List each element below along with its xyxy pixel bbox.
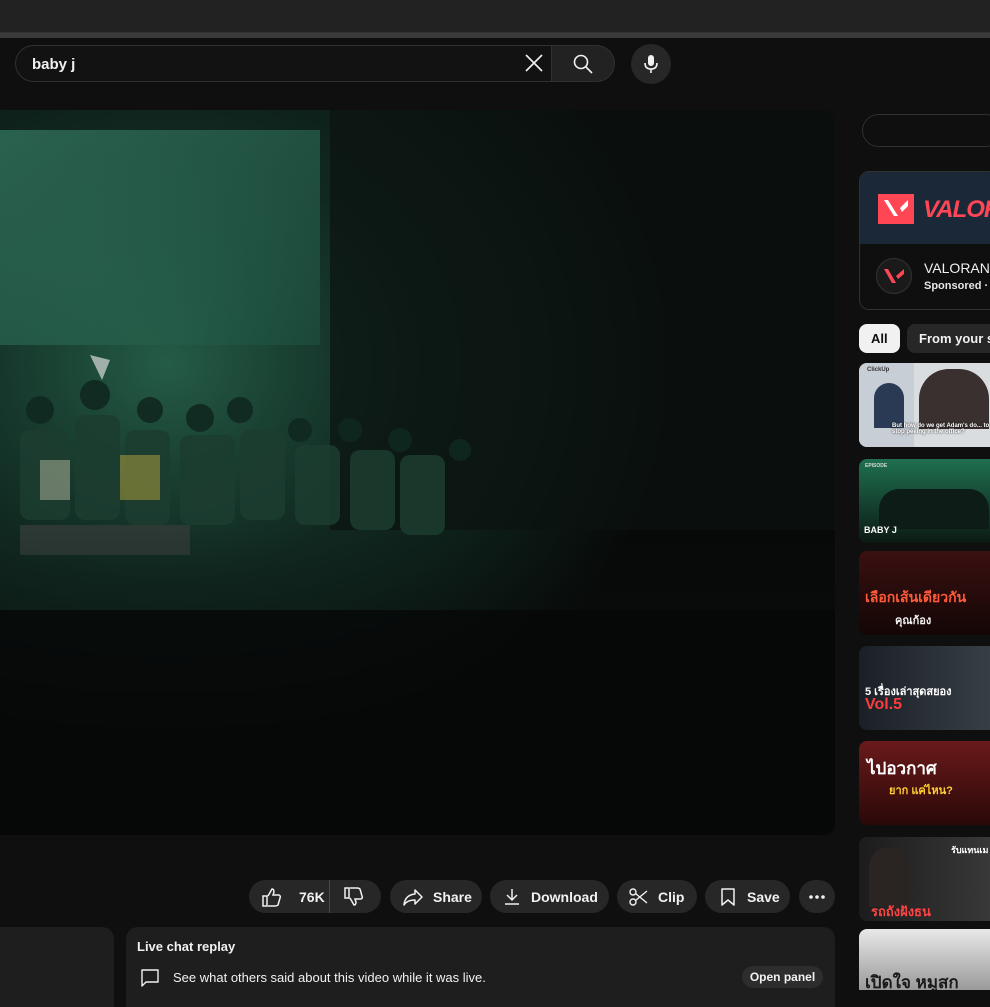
- live-chat-replay-panel: Live chat replay See what others said ab…: [126, 927, 835, 1007]
- clear-search-button[interactable]: [515, 44, 553, 82]
- search-icon: [573, 54, 593, 74]
- thumbnail-caption: BABY J: [864, 525, 897, 535]
- ad-title: VALORAN: [924, 260, 990, 276]
- download-button[interactable]: Download: [490, 880, 609, 913]
- thumbnail-corner-text: รับแทนเม: [951, 845, 989, 855]
- thumbnail-caption: But how do we get Adam's do... to stop p…: [892, 423, 990, 435]
- share-label: Share: [433, 888, 472, 905]
- chat-icon: [141, 969, 159, 987]
- voice-search-button[interactable]: [631, 44, 671, 84]
- sponsored-ad-card[interactable]: VALOR VALORAN Sponsored ·: [859, 171, 990, 310]
- clip-button[interactable]: Clip: [617, 880, 697, 913]
- more-actions-button[interactable]: [799, 880, 835, 913]
- ad-banner-text: VALOR: [923, 196, 990, 223]
- recommended-video-thumbnail[interactable]: ClickUp But how do we get Adam's do... t…: [859, 363, 990, 447]
- sidebar-field[interactable]: [862, 114, 990, 147]
- share-icon: [403, 888, 423, 906]
- thumbs-down-icon: [344, 886, 364, 906]
- microphone-icon: [644, 55, 658, 73]
- thumbnail-corner-text: ยาก แค่ไหน?: [889, 785, 953, 797]
- like-count: 76K: [299, 888, 325, 905]
- search-button[interactable]: [551, 45, 615, 82]
- close-icon: [525, 54, 543, 72]
- recommended-video-thumbnail[interactable]: รถถังฝังธน รับแทนเม: [859, 837, 990, 921]
- open-panel-button[interactable]: Open panel: [742, 966, 823, 988]
- search-input[interactable]: baby j: [15, 45, 552, 82]
- share-button[interactable]: Share: [390, 880, 482, 913]
- recommended-video-thumbnail[interactable]: 5 เรื่องเล่าสุดสยอง Vol.5: [859, 646, 990, 730]
- live-chat-title: Live chat replay: [137, 939, 236, 954]
- recommended-video-thumbnail[interactable]: ไปอวกาศ ยาก แค่ไหน?: [859, 741, 990, 825]
- thumbnail-corner-text: Vol.5: [865, 696, 903, 713]
- bookmark-icon: [721, 887, 735, 906]
- download-icon: [505, 888, 519, 905]
- recommended-video-thumbnail[interactable]: EPISODE BABY J: [859, 459, 990, 543]
- ad-channel-avatar: [876, 258, 912, 294]
- thumbnail-corner-text: ClickUp: [867, 367, 890, 373]
- thumbnail-caption: ไปอวกาศ: [867, 759, 937, 778]
- video-player[interactable]: [0, 110, 835, 835]
- more-horizontal-icon: [809, 894, 825, 899]
- scissors-icon: [629, 887, 648, 906]
- video-frame: [0, 110, 835, 835]
- recommended-video-thumbnail[interactable]: เปิดใจ หมูสก: [859, 929, 990, 990]
- chip-all[interactable]: All: [859, 324, 900, 353]
- valorant-logo-icon: [878, 194, 914, 224]
- save-button[interactable]: Save: [705, 880, 790, 913]
- chip-from-your-search[interactable]: From your s: [907, 324, 990, 353]
- live-chat-description: See what others said about this video wh…: [173, 970, 486, 985]
- thumbs-up-icon: [262, 887, 282, 907]
- browser-tab-strip: [0, 33, 990, 38]
- dislike-button[interactable]: [329, 880, 381, 913]
- thumbnail-caption: เปิดใจ หมูสก: [865, 973, 959, 990]
- valorant-v-icon: [884, 269, 904, 283]
- thumbnail-caption: เลือกเส้นเดียวกัน: [865, 589, 967, 605]
- browser-top-bar: [0, 0, 990, 33]
- recommended-video-thumbnail[interactable]: เลือกเส้นเดียวกัน คุณก้อง: [859, 551, 990, 635]
- clip-label: Clip: [658, 888, 685, 905]
- thumbnail-corner-text: EPISODE: [865, 463, 888, 469]
- description-box[interactable]: [0, 927, 114, 1007]
- like-button[interactable]: 76K: [249, 880, 329, 913]
- thumbnail-caption: รถถังฝังธน: [871, 904, 931, 919]
- search-query-text: baby j: [32, 56, 76, 73]
- save-label: Save: [747, 888, 780, 905]
- thumbnail-corner-text: คุณก้อง: [895, 615, 932, 627]
- ad-banner: VALOR: [860, 172, 990, 244]
- ad-sponsored-label: Sponsored ·: [924, 280, 989, 292]
- download-label: Download: [531, 888, 598, 905]
